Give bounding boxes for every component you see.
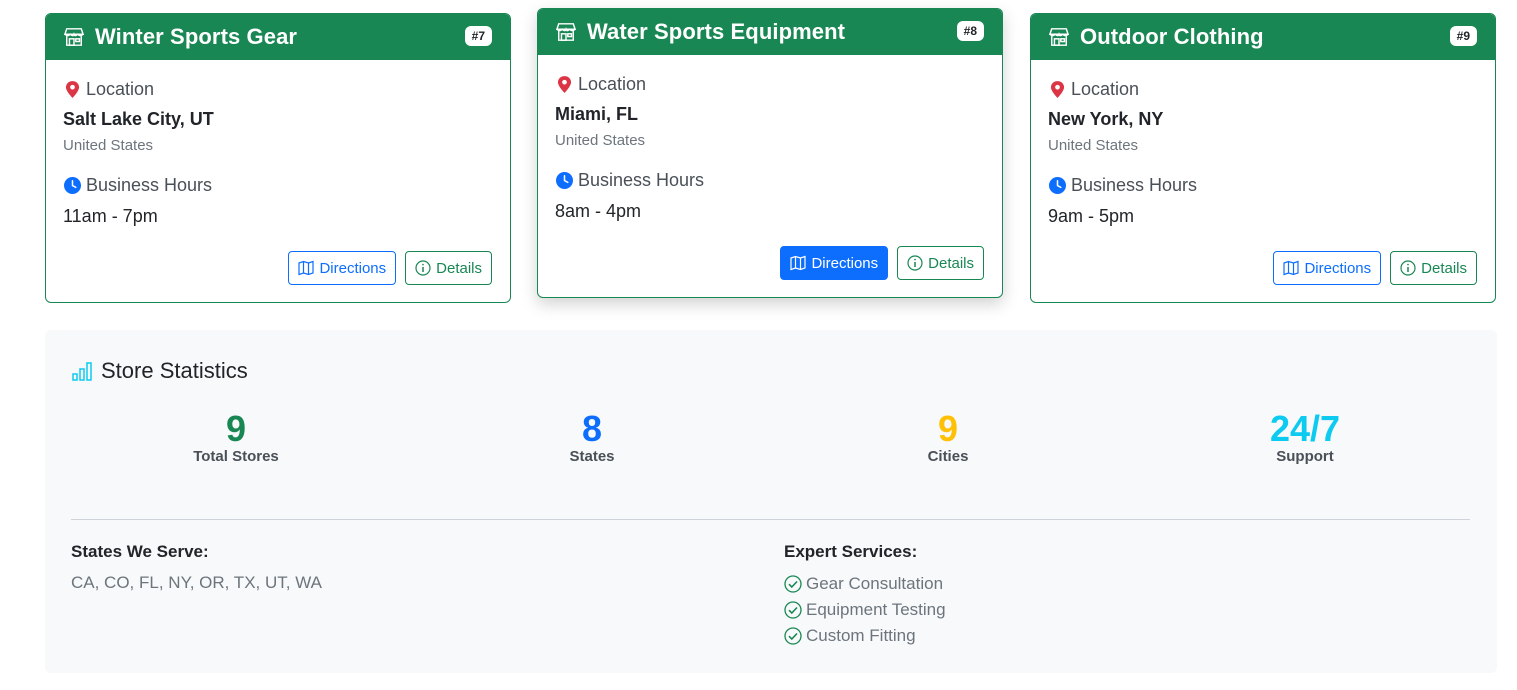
details-button[interactable]: Details xyxy=(405,251,492,285)
stat-value: 9 xyxy=(225,408,247,449)
location-label: Location xyxy=(63,76,493,102)
bar-chart-icon xyxy=(71,360,93,382)
stat-total-stores: 9 Total Stores xyxy=(116,408,356,466)
stat-states: 8 States xyxy=(472,408,712,466)
info-circle-icon xyxy=(415,260,431,276)
store-number-badge: #9 xyxy=(1449,26,1477,46)
store-hours: 11am - 7pm xyxy=(63,206,158,226)
location-label: Location xyxy=(1048,76,1478,102)
geo-pin-icon xyxy=(1048,80,1066,98)
shop-icon xyxy=(1048,27,1070,47)
store-country: United States xyxy=(63,137,154,154)
details-button[interactable]: Details xyxy=(1390,251,1477,285)
shop-icon xyxy=(555,22,577,42)
expert-services-list: Gear Consultation Equipment Testing Cust… xyxy=(784,571,946,649)
store-statistics-panel: Store Statistics 9 Total Stores 8 States… xyxy=(45,330,1497,673)
shop-icon xyxy=(63,27,85,47)
store-card: Outdoor Clothing #9 Location New York, N… xyxy=(1030,13,1496,303)
hours-label: Business Hours xyxy=(555,167,985,193)
stat-label: States xyxy=(569,448,615,465)
stat-value: 9 xyxy=(937,408,959,449)
stat-support: 24/7 Support xyxy=(1185,408,1425,466)
info-circle-icon xyxy=(907,255,923,271)
stat-value: 24/7 xyxy=(1269,408,1341,449)
map-icon xyxy=(1283,260,1300,276)
store-number-badge: #7 xyxy=(464,26,492,46)
hours-label: Business Hours xyxy=(63,172,493,198)
stat-label: Total Stores xyxy=(193,448,279,465)
states-served-title: States We Serve: xyxy=(71,542,209,561)
directions-button[interactable]: Directions xyxy=(780,246,889,280)
statistics-title: Store Statistics xyxy=(71,358,248,384)
stat-cities: 9 Cities xyxy=(828,408,1068,466)
store-hours: 9am - 5pm xyxy=(1048,206,1135,226)
store-country: United States xyxy=(555,132,646,149)
clock-icon xyxy=(555,171,573,189)
divider xyxy=(71,519,1470,520)
store-number-badge: #8 xyxy=(956,21,984,41)
stat-label: Cities xyxy=(927,448,969,465)
store-city: Miami, FL xyxy=(555,104,639,124)
store-hours: 8am - 4pm xyxy=(555,201,642,221)
clock-icon xyxy=(1048,176,1066,194)
store-name: Winter Sports Gear xyxy=(95,24,298,49)
info-circle-icon xyxy=(1400,260,1416,276)
stat-label: Support xyxy=(1276,448,1334,465)
store-name: Outdoor Clothing xyxy=(1080,24,1264,49)
store-city: Salt Lake City, UT xyxy=(63,109,214,129)
hours-label: Business Hours xyxy=(1048,172,1478,198)
list-item: Custom Fitting xyxy=(784,623,946,649)
map-icon xyxy=(298,260,315,276)
check-circle-icon xyxy=(784,627,802,645)
stat-value: 8 xyxy=(581,408,603,449)
map-icon xyxy=(790,255,807,271)
states-served-list: CA, CO, FL, NY, OR, TX, UT, WA xyxy=(71,573,322,592)
expert-services-title: Expert Services: xyxy=(784,542,918,561)
list-item: Equipment Testing xyxy=(784,597,946,623)
card-header: Winter Sports Gear #7 xyxy=(46,14,510,60)
check-circle-icon xyxy=(784,601,802,619)
directions-button[interactable]: Directions xyxy=(1273,251,1382,285)
directions-button[interactable]: Directions xyxy=(288,251,397,285)
details-button[interactable]: Details xyxy=(897,246,984,280)
card-header: Outdoor Clothing #9 xyxy=(1031,14,1495,60)
store-name: Water Sports Equipment xyxy=(587,19,846,44)
location-label: Location xyxy=(555,71,985,97)
clock-icon xyxy=(63,176,81,194)
store-card: Water Sports Equipment #8 Location Miami… xyxy=(537,8,1003,298)
check-circle-icon xyxy=(784,575,802,593)
geo-pin-icon xyxy=(555,75,573,93)
list-item: Gear Consultation xyxy=(784,571,946,597)
store-country: United States xyxy=(1048,137,1139,154)
store-card: Winter Sports Gear #7 Location Salt Lake… xyxy=(45,13,511,303)
card-header: Water Sports Equipment #8 xyxy=(538,9,1002,55)
store-city: New York, NY xyxy=(1048,109,1164,129)
geo-pin-icon xyxy=(63,80,81,98)
